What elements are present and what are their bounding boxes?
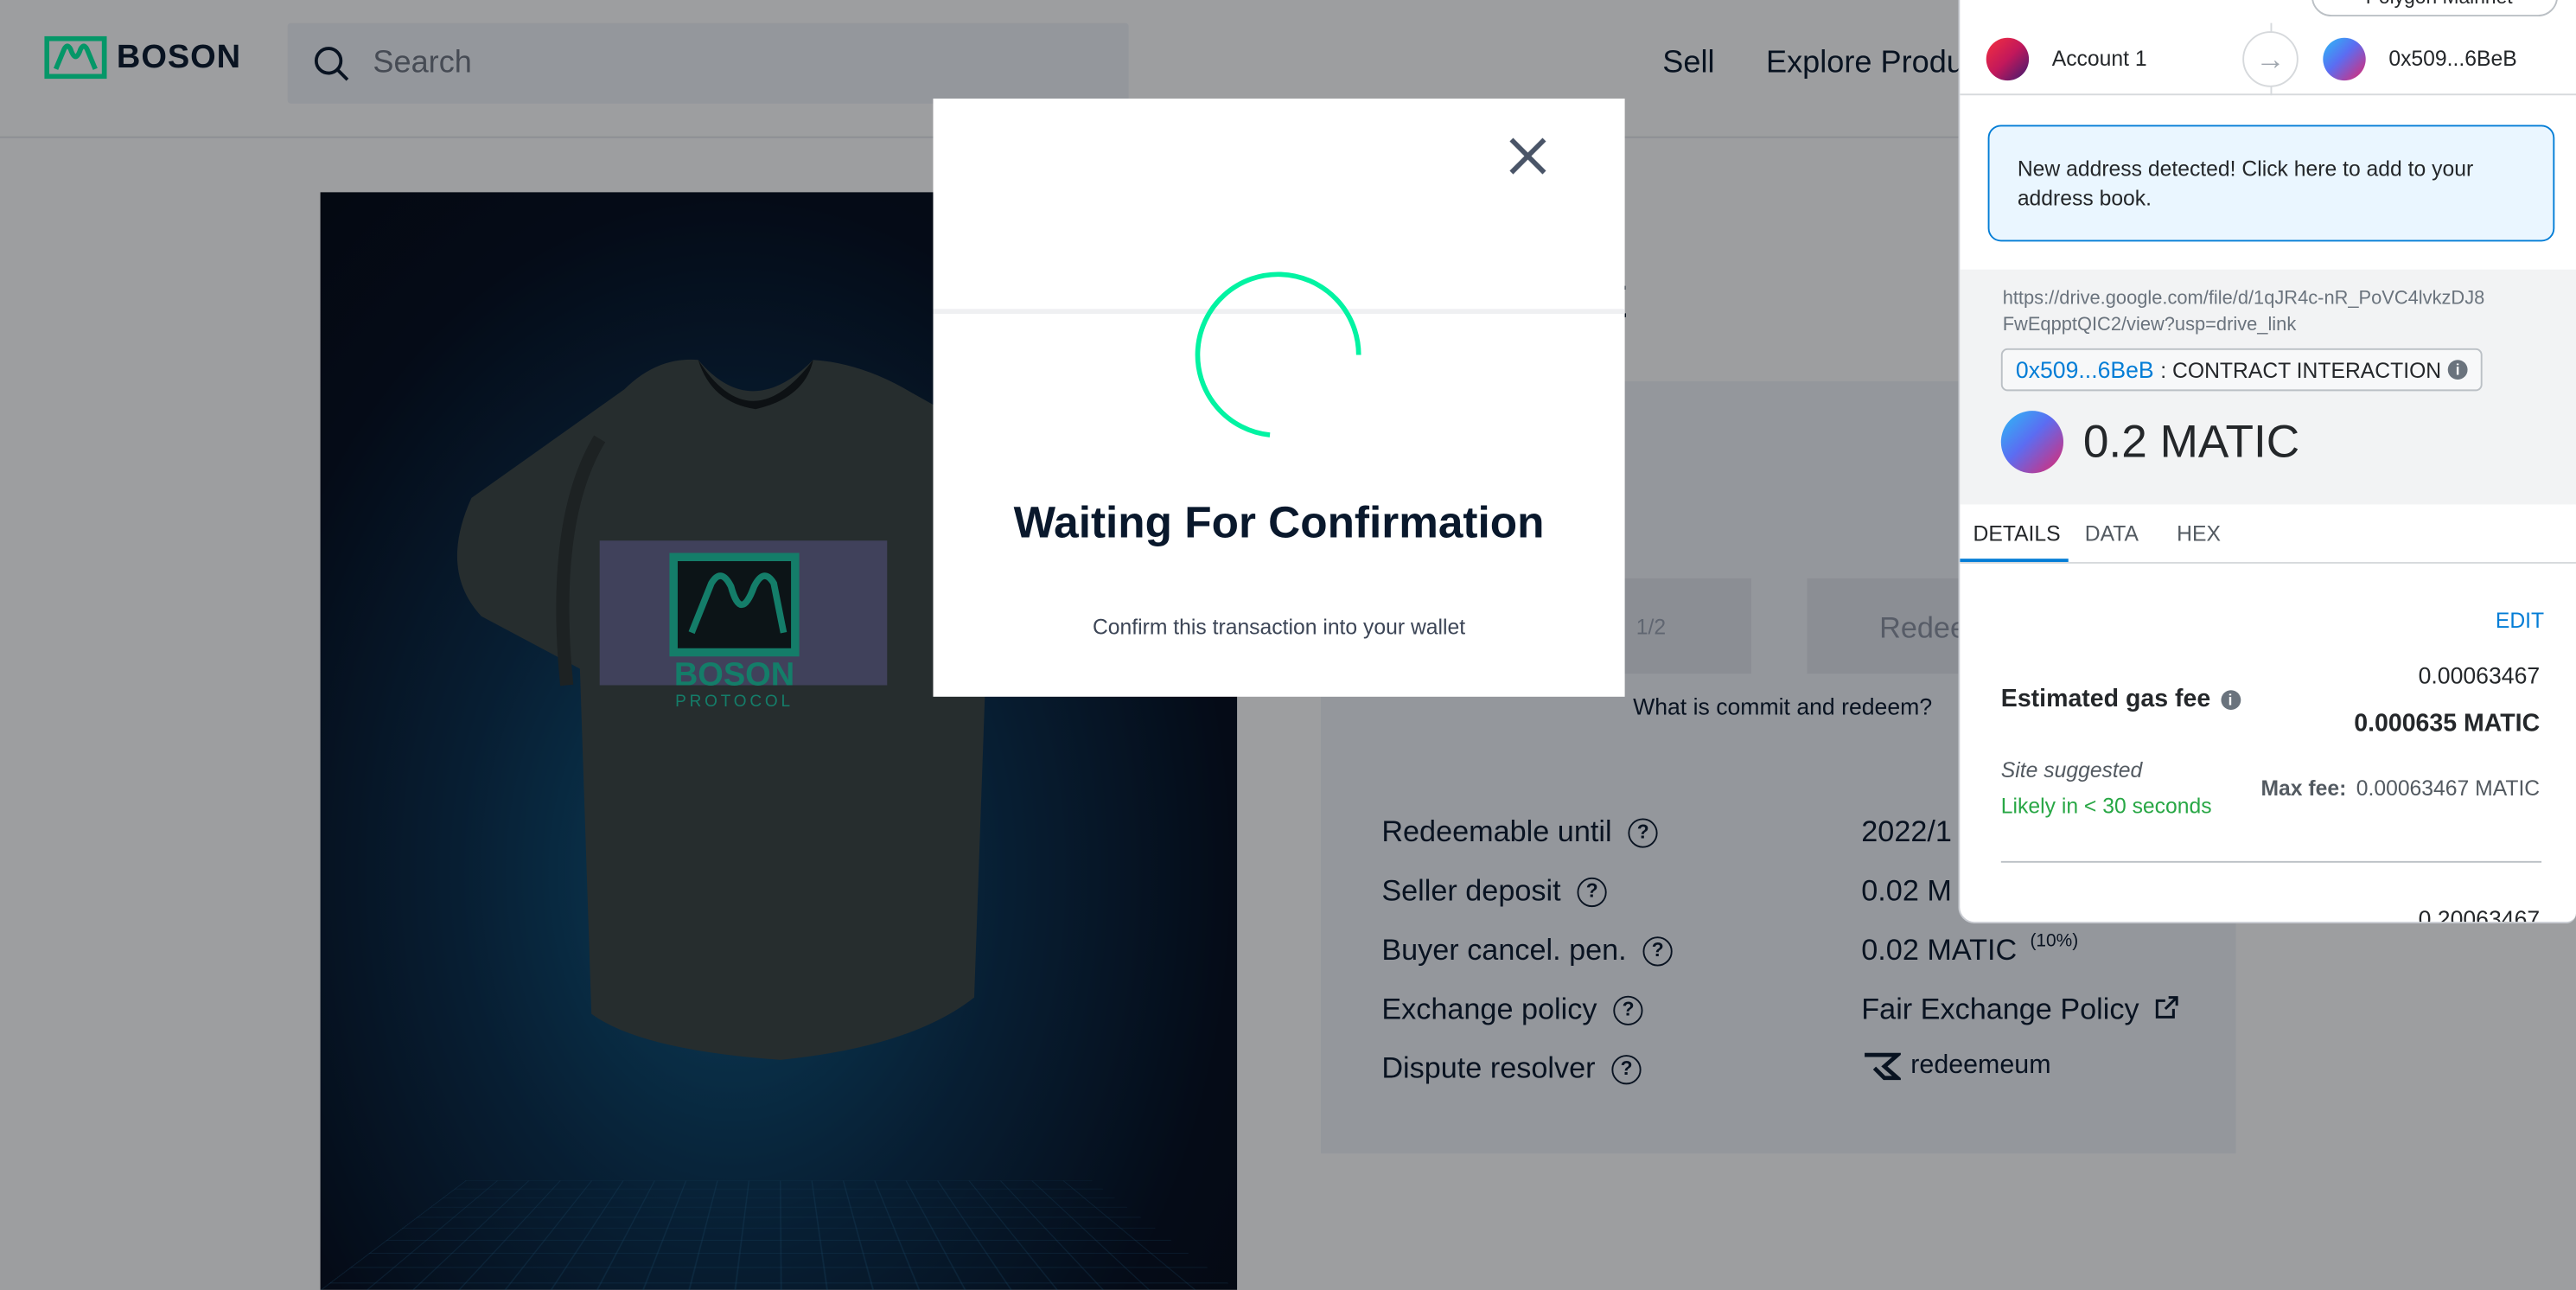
matic-token-icon	[2000, 411, 2064, 474]
tab-details[interactable]: DETAILS	[1973, 520, 2061, 546]
network-selector[interactable]: Polygon Mainnet	[2311, 0, 2559, 17]
gas-fee-matic: 0.000635 MATIC	[2354, 710, 2541, 738]
from-account-name[interactable]: Account 1	[2052, 46, 2147, 71]
likely-time-label: Likely in < 30 seconds	[2000, 793, 2212, 819]
to-avatar	[2323, 37, 2366, 81]
new-address-notice[interactable]: New address detected! Click here to add …	[1987, 125, 2555, 242]
amount-display: 0.2 MATIC	[2000, 411, 2300, 474]
max-fee: Max fee: 0.00063467 MATIC	[2260, 776, 2540, 801]
edit-gas-link[interactable]: EDIT	[2496, 608, 2544, 633]
loading-spinner-icon	[1195, 271, 1361, 437]
max-fee-label: Max fee:	[2260, 776, 2347, 801]
site-suggested-label: Site suggested	[2000, 757, 2143, 782]
contract-address[interactable]: 0x509...6BeB	[2016, 356, 2154, 382]
amount-value: 0.2 MATIC	[2082, 415, 2300, 467]
modal-title: Waiting For Confirmation	[1013, 497, 1545, 547]
max-fee-value: 0.00063467 MATIC	[2356, 776, 2541, 801]
contract-label: : CONTRACT INTERACTION	[2160, 357, 2442, 382]
wallet-popup: Polygon Mainnet Account 1 → 0x509...6BeB…	[1958, 0, 2576, 924]
gas-fee-value: 0.00063467	[2418, 661, 2541, 689]
confirmation-modal: Waiting For Confirmation Confirm this tr…	[933, 99, 1625, 697]
detail-tabs: DETAILS DATA HEX	[1960, 504, 2576, 564]
gas-divider	[2000, 860, 2542, 863]
modal-subtitle: Confirm this transaction into your walle…	[1092, 614, 1466, 640]
contract-interaction-pill[interactable]: 0x509...6BeB : CONTRACT INTERACTION i	[2000, 348, 2483, 392]
info-icon[interactable]: i	[2447, 360, 2468, 380]
account-row: Account 1 → 0x509...6BeB	[1960, 22, 2576, 96]
gas-fee-label-text: Estimated gas fee	[2000, 685, 2211, 713]
tab-data[interactable]: DATA	[2085, 520, 2139, 546]
network-name: Polygon Mainnet	[2366, 0, 2513, 9]
arrow-right-icon: →	[2242, 31, 2299, 87]
active-tab-indicator	[1960, 559, 2069, 562]
site-url: https://drive.google.com/file/d/1qJR4c-n…	[2002, 289, 2485, 335]
close-icon[interactable]	[1503, 131, 1553, 181]
info-icon[interactable]: i	[2220, 689, 2241, 710]
gas-fee-label: Estimated gas fee i	[2001, 686, 2241, 713]
tab-hex[interactable]: HEX	[2177, 520, 2221, 546]
total-value: 0.20063467	[2418, 905, 2541, 924]
from-avatar	[1986, 37, 2030, 81]
to-address[interactable]: 0x509...6BeB	[2388, 46, 2516, 71]
transaction-summary: https://drive.google.com/file/d/1qJR4c-n…	[1960, 269, 2576, 505]
